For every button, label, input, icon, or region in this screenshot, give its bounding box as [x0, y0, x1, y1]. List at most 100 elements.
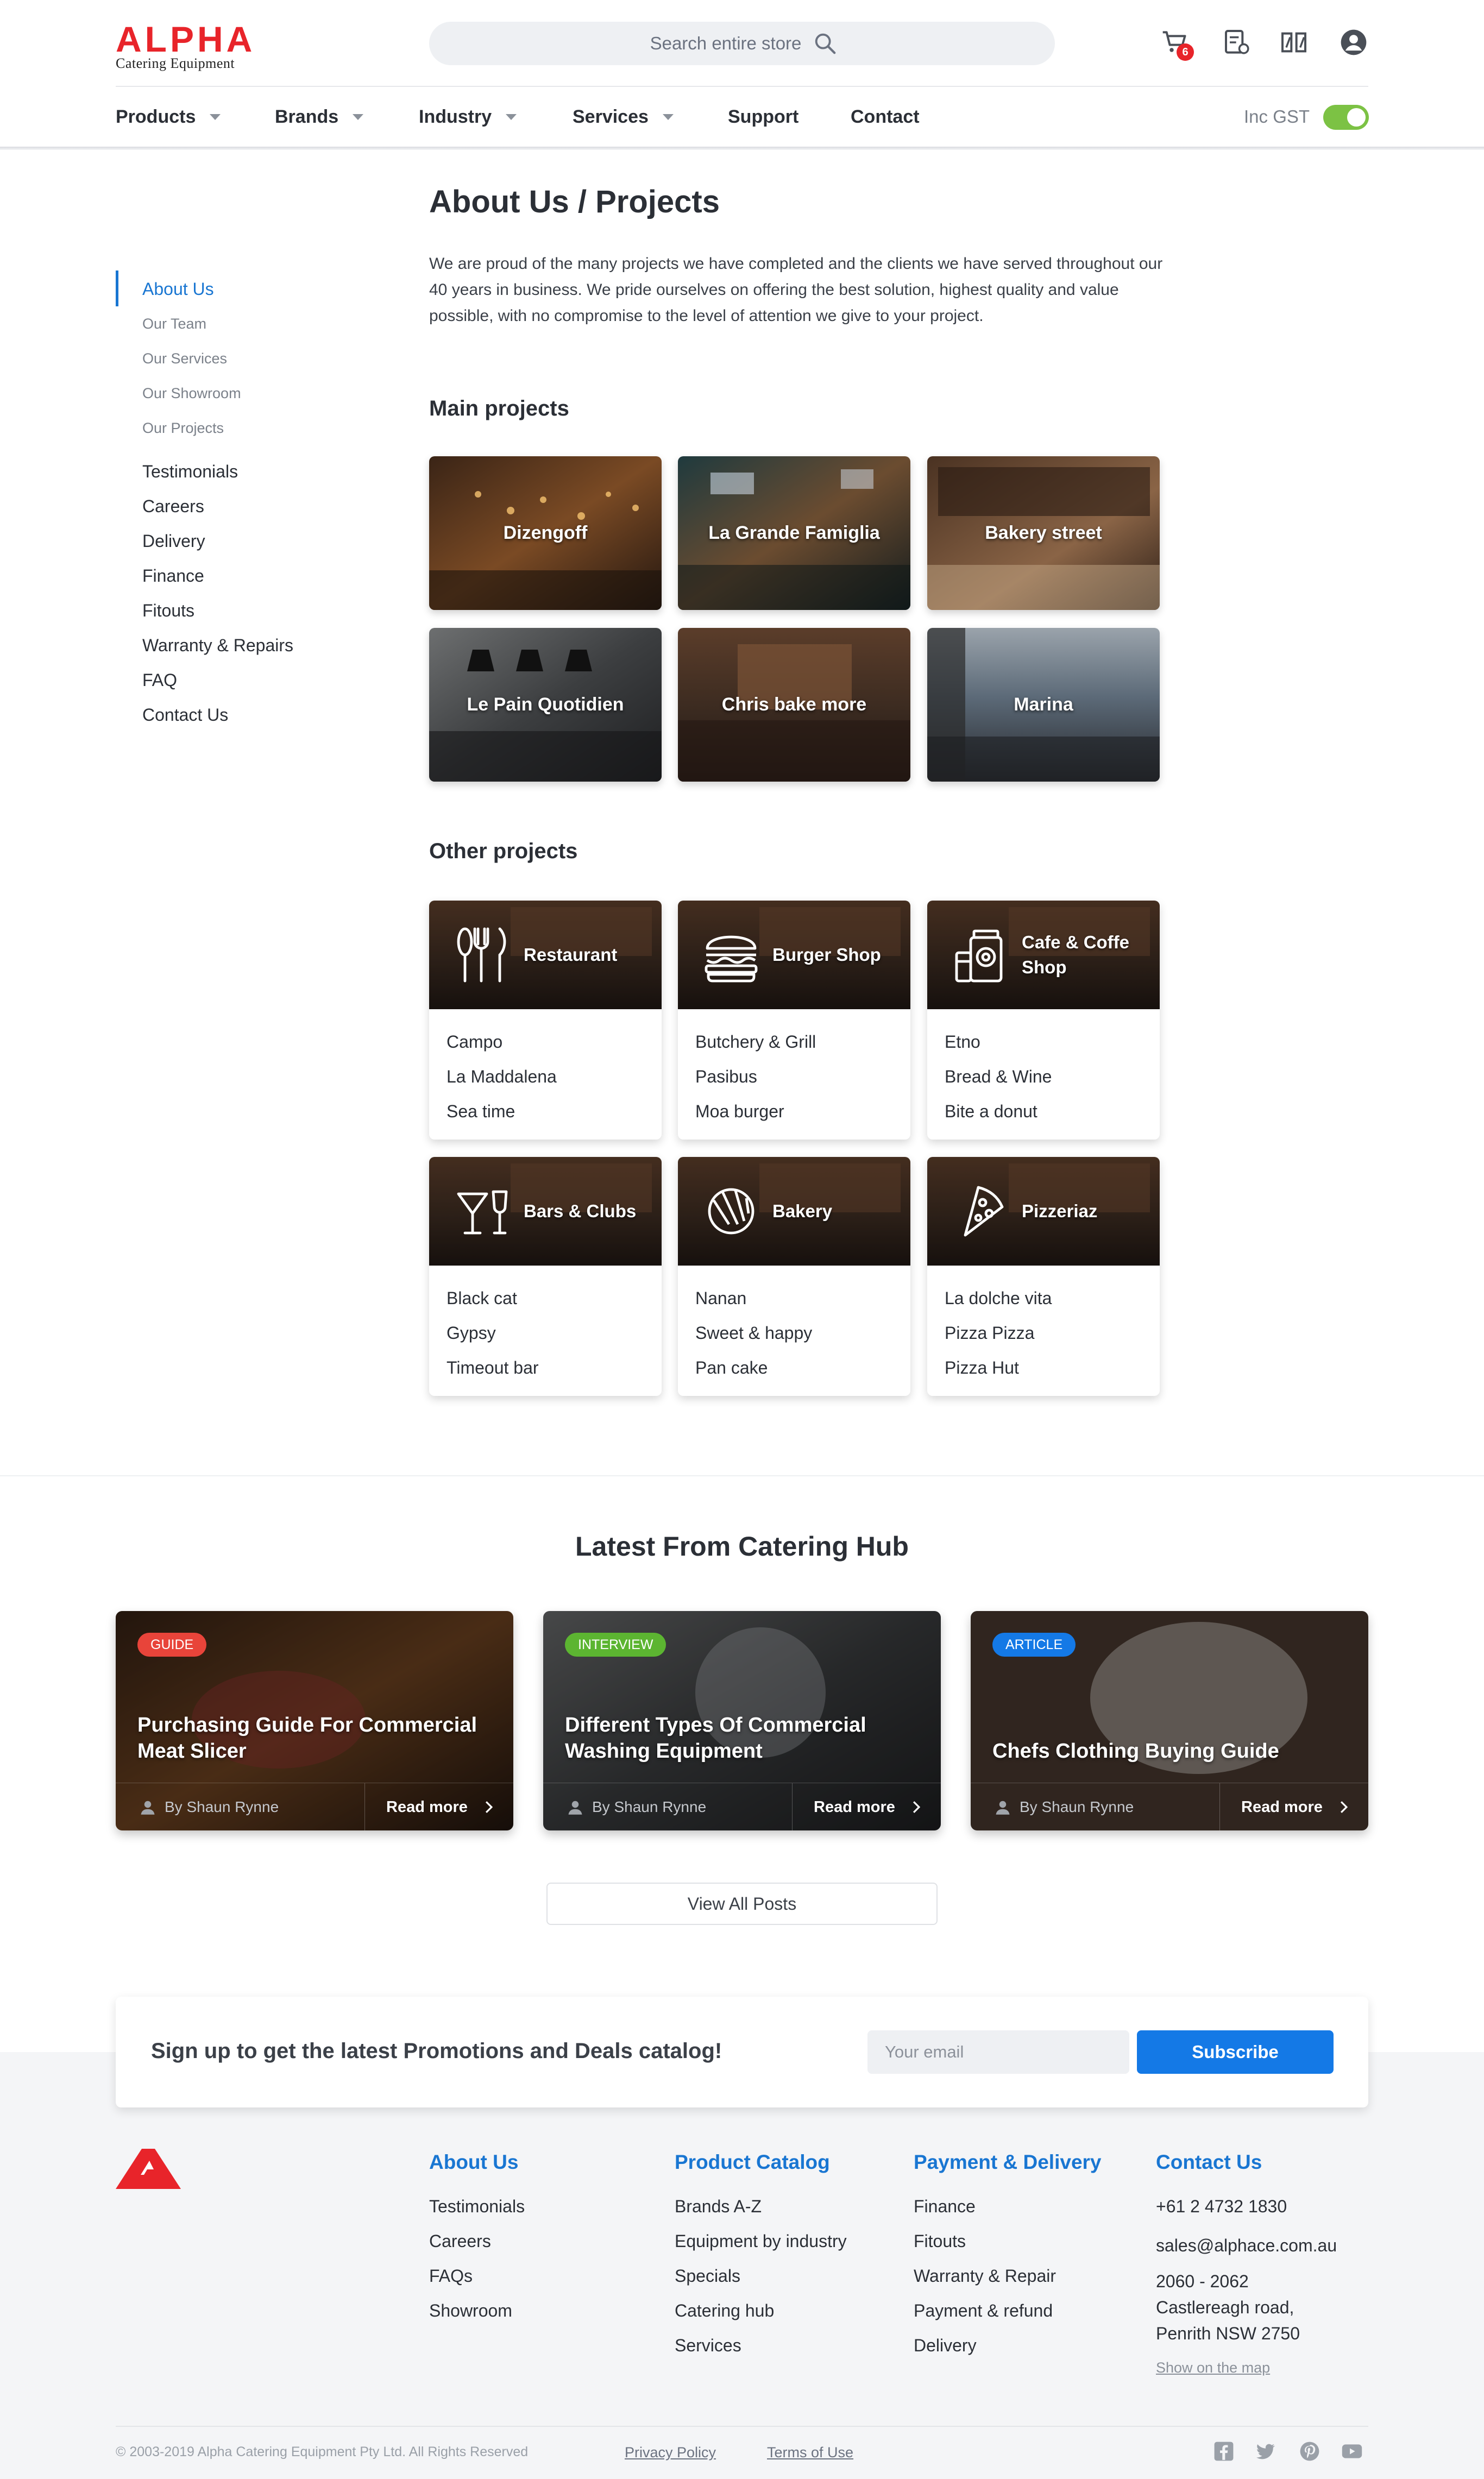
- sidebar-item-contact-us[interactable]: Contact Us: [142, 704, 228, 726]
- project-link[interactable]: La dolche vita: [945, 1281, 1052, 1316]
- sidebar-item-careers[interactable]: Careers: [142, 495, 204, 517]
- project-link[interactable]: Butchery & Grill: [695, 1024, 816, 1059]
- project-link[interactable]: Pizza Hut: [945, 1350, 1052, 1385]
- newsletter-signup: Sign up to get the latest Promotions and…: [116, 1997, 1368, 2107]
- alpha-logo[interactable]: ALPHA Catering Equipment: [116, 21, 273, 71]
- project-tile-bakery-street[interactable]: Bakery street: [927, 456, 1160, 610]
- nav-services[interactable]: Services: [573, 103, 674, 130]
- project-link[interactable]: Pan cake: [695, 1350, 812, 1385]
- gst-toggle[interactable]: [1323, 105, 1369, 130]
- alpha-logo-mark[interactable]: [116, 2149, 181, 2189]
- sidebar-item-delivery[interactable]: Delivery: [142, 530, 205, 552]
- category-card-pizzeriaz[interactable]: Pizzeriaz La dolche vita Pizza Pizza Piz…: [927, 1157, 1160, 1396]
- footer-link-catering-hub[interactable]: Catering hub: [675, 2293, 774, 2328]
- compare-button[interactable]: [1279, 27, 1309, 58]
- footer-link-brands-a-z[interactable]: Brands A-Z: [675, 2189, 762, 2224]
- project-link[interactable]: Moa burger: [695, 1094, 816, 1129]
- footer-link-equipment-by-industry[interactable]: Equipment by industry: [675, 2224, 847, 2258]
- hub-post-card[interactable]: INTERVIEW Different Types Of Commercial …: [543, 1611, 941, 1830]
- read-more-link[interactable]: Read more: [814, 1783, 922, 1830]
- cart-button[interactable]: 6: [1160, 27, 1194, 61]
- project-tile-le-pain-quotidien[interactable]: Le Pain Quotidien: [429, 628, 662, 782]
- sidebar-item-about-us[interactable]: About Us: [142, 278, 214, 300]
- sidebar-item-our-projects[interactable]: Our Projects: [142, 417, 224, 439]
- category-name: Bars & Clubs: [524, 1201, 637, 1221]
- post-title[interactable]: Chefs Clothing Buying Guide: [992, 1738, 1340, 1764]
- nav-contact[interactable]: Contact: [851, 103, 920, 130]
- project-link[interactable]: Sweet & happy: [695, 1316, 812, 1350]
- footer-link-showroom[interactable]: Showroom: [429, 2293, 512, 2328]
- footer-link-specials[interactable]: Specials: [675, 2258, 740, 2293]
- project-link[interactable]: Etno: [945, 1024, 1052, 1059]
- footer-link-payment-refund[interactable]: Payment & refund: [914, 2293, 1053, 2328]
- category-card-bars-clubs[interactable]: Bars & Clubs Black cat Gypsy Timeout bar: [429, 1157, 662, 1396]
- facebook-icon[interactable]: [1213, 2441, 1234, 2462]
- project-link[interactable]: Pasibus: [695, 1059, 816, 1094]
- account-button[interactable]: [1338, 27, 1369, 58]
- read-more-link[interactable]: Read more: [1241, 1783, 1350, 1830]
- search-bar[interactable]: [429, 22, 1055, 65]
- nav-products[interactable]: Products: [116, 103, 221, 130]
- footer-link-fitouts[interactable]: Fitouts: [914, 2224, 966, 2258]
- sidebar-item-our-services[interactable]: Our Services: [142, 348, 227, 369]
- footer-link-testimonials[interactable]: Testimonials: [429, 2189, 525, 2224]
- read-more-link[interactable]: Read more: [386, 1783, 495, 1830]
- footer-link-delivery[interactable]: Delivery: [914, 2328, 977, 2363]
- privacy-policy-link[interactable]: Privacy Policy: [625, 2444, 716, 2461]
- project-link[interactable]: Black cat: [447, 1281, 539, 1316]
- sidebar-item-our-showroom[interactable]: Our Showroom: [142, 382, 241, 404]
- sidebar-item-our-team[interactable]: Our Team: [142, 313, 206, 335]
- project-tile-marina[interactable]: Marina: [927, 628, 1160, 782]
- sidebar-item-warranty-repairs[interactable]: Warranty & Repairs: [142, 634, 293, 656]
- project-link[interactable]: Gypsy: [447, 1316, 539, 1350]
- quote-button[interactable]: [1222, 27, 1253, 58]
- sidebar-item-finance[interactable]: Finance: [142, 565, 204, 587]
- project-tile-dizengoff[interactable]: Dizengoff: [429, 456, 662, 610]
- hub-post-card[interactable]: ARTICLE Chefs Clothing Buying Guide By S…: [971, 1611, 1368, 1830]
- compare-icon: [1281, 32, 1306, 53]
- category-name: Cafe & Coffe Shop: [1022, 932, 1130, 977]
- pinterest-icon[interactable]: [1299, 2441, 1320, 2462]
- category-card-restaurant[interactable]: Restaurant Campo La Maddalena Sea time: [429, 901, 662, 1140]
- twitter-icon[interactable]: [1255, 2441, 1275, 2462]
- footer-link-services[interactable]: Services: [675, 2328, 741, 2363]
- nav-industry[interactable]: Industry: [419, 103, 517, 130]
- newsletter-email-input[interactable]: [867, 2030, 1129, 2074]
- sidebar-item-faq[interactable]: FAQ: [142, 669, 177, 691]
- footer-phone[interactable]: +61 2 4732 1830: [1156, 2189, 1287, 2224]
- search-icon[interactable]: [813, 31, 838, 56]
- post-title[interactable]: Different Types Of Commercial Washing Eq…: [565, 1712, 913, 1764]
- terms-of-use-link[interactable]: Terms of Use: [767, 2444, 853, 2461]
- project-link[interactable]: Sea time: [447, 1094, 557, 1129]
- nav-brands[interactable]: Brands: [275, 103, 364, 130]
- project-tile-chris-bake-more[interactable]: Chris bake more: [678, 628, 910, 782]
- nav-support[interactable]: Support: [728, 103, 798, 130]
- show-on-map-link[interactable]: Show on the map: [1156, 2360, 1270, 2376]
- view-all-posts-button[interactable]: View All Posts: [546, 1883, 938, 1925]
- project-tile-la-grande-famiglia[interactable]: La Grande Famiglia: [678, 456, 910, 610]
- project-link[interactable]: Timeout bar: [447, 1350, 539, 1385]
- project-link[interactable]: Nanan: [695, 1281, 812, 1316]
- youtube-icon[interactable]: [1342, 2441, 1362, 2462]
- project-link[interactable]: Bite a donut: [945, 1094, 1052, 1129]
- sidebar-item-testimonials[interactable]: Testimonials: [142, 461, 238, 482]
- post-title[interactable]: Purchasing Guide For Commercial Meat Sli…: [137, 1712, 485, 1764]
- project-link[interactable]: Campo: [447, 1024, 557, 1059]
- category-card-cafe-coffe-shop[interactable]: Cafe & Coffe Shop Etno Bread & Wine Bite…: [927, 901, 1160, 1140]
- sidebar-item-fitouts[interactable]: Fitouts: [142, 600, 194, 621]
- footer-link-faqs[interactable]: FAQs: [429, 2258, 473, 2293]
- hub-post-card[interactable]: GUIDE Purchasing Guide For Commercial Me…: [116, 1611, 513, 1830]
- footer-email[interactable]: sales@alphace.com.au: [1156, 2228, 1337, 2263]
- croissant-icon: [708, 1188, 754, 1235]
- subscribe-button[interactable]: Subscribe: [1137, 2030, 1334, 2074]
- footer-link-warranty-repair[interactable]: Warranty & Repair: [914, 2258, 1056, 2293]
- project-link[interactable]: Pizza Pizza: [945, 1316, 1052, 1350]
- project-link[interactable]: La Maddalena: [447, 1059, 557, 1094]
- project-link[interactable]: Bread & Wine: [945, 1059, 1052, 1094]
- category-card-burger-shop[interactable]: Burger Shop Butchery & Grill Pasibus Moa…: [678, 901, 910, 1140]
- category-name: Pizzeriaz: [1022, 1201, 1098, 1221]
- footer-link-careers[interactable]: Careers: [429, 2224, 491, 2258]
- search-input[interactable]: [429, 22, 1055, 65]
- footer-link-finance[interactable]: Finance: [914, 2189, 976, 2224]
- category-card-bakery[interactable]: Bakery Nanan Sweet & happy Pan cake: [678, 1157, 910, 1396]
